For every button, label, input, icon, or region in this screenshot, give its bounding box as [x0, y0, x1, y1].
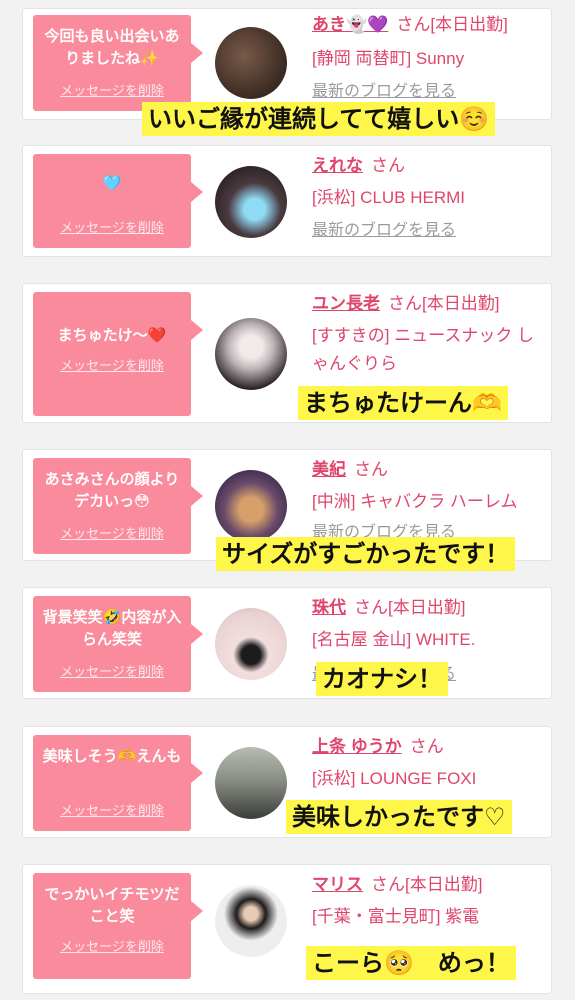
avatar[interactable]	[215, 470, 287, 542]
message-text: まちゅたけ〜❤️	[57, 326, 167, 344]
status-badge: [本日出勤]	[422, 294, 500, 313]
shop-name: [浜松] LOUNGE FOXI	[312, 769, 477, 788]
girl-name-link[interactable]: マリス	[312, 875, 363, 894]
caption-overlay: いいご縁が連続してて嬉しい☺️	[142, 102, 496, 136]
shop-name: [名古屋 金山] WHITE.	[312, 630, 476, 649]
girl-info: マリス さん[本日出勤] [千葉・富士見町] 紫電	[312, 873, 543, 931]
caption-overlay: まちゅたけーん🫶	[298, 386, 508, 420]
avatar[interactable]	[215, 318, 287, 390]
girl-name-link[interactable]: 珠代	[312, 598, 346, 617]
caption-overlay: こーら🥺 めっ！	[306, 946, 516, 980]
delete-message-link[interactable]: メッセージを削除	[33, 355, 191, 374]
girl-name-link[interactable]: 美紀	[312, 460, 346, 479]
avatar[interactable]	[215, 747, 287, 819]
honorific: さん	[354, 460, 388, 479]
blog-link[interactable]: 最新のブログを見る	[312, 218, 543, 244]
delete-message-link[interactable]: メッセージを削除	[33, 217, 191, 236]
message-bubble: でっかいイチモツだこと笑 メッセージを削除	[33, 873, 203, 979]
girl-info: 美紀 さん [中洲] キャバクラ ハーレム 最新のブログを見る	[312, 458, 543, 546]
girl-info: えれな さん [浜松] CLUB HERMI 最新のブログを見る	[312, 154, 543, 244]
girl-info: 上条 ゆうか さん [浜松] LOUNGE FOXI	[312, 735, 543, 793]
message-text: 美味しそう🫶えんも	[42, 747, 182, 765]
message-bubble: 美味しそう🫶えんも メッセージを削除	[33, 735, 203, 831]
delete-message-link[interactable]: メッセージを削除	[33, 936, 191, 955]
shop-name: [千葉・富士見町] 紫電	[312, 907, 480, 926]
shop-name: [すすきの] ニュースナック しゃんぐりら	[312, 326, 535, 373]
delete-message-link[interactable]: メッセージを削除	[33, 661, 191, 680]
caption-overlay: カオナシ！	[316, 662, 448, 696]
girl-name-link[interactable]: 上条 ゆうか	[312, 737, 402, 756]
caption-overlay: 美味しかったです♡	[286, 800, 512, 834]
delete-message-link[interactable]: メッセージを削除	[33, 80, 191, 99]
girl-name-link[interactable]: えれな	[312, 156, 363, 175]
caption-overlay: サイズがすごかったです！	[216, 537, 516, 571]
girl-name-link[interactable]: あき👻💜	[312, 15, 388, 34]
honorific: さん	[409, 737, 444, 756]
delete-message-link[interactable]: メッセージを削除	[33, 523, 191, 542]
girl-name-link[interactable]: ユン長老	[312, 294, 380, 313]
message-text: でっかいイチモツだこと笑	[44, 885, 180, 925]
avatar[interactable]	[215, 608, 287, 680]
message-card: 背景笑笑🤣内容が入らん笑笑 メッセージを削除 珠代 さん[本日出勤] [名古屋 金…	[22, 587, 552, 699]
message-bubble: 今回も良い出会いありましたね✨ メッセージを削除	[33, 15, 203, 111]
message-text: 🩵	[102, 174, 122, 192]
message-bubble: まちゅたけ〜❤️ メッセージを削除	[33, 292, 203, 416]
avatar[interactable]	[215, 27, 287, 99]
shop-name: [中洲] キャバクラ ハーレム	[312, 492, 518, 511]
shop-name: [浜松] CLUB HERMI	[312, 188, 466, 207]
status-badge: [本日出勤]	[405, 875, 483, 894]
message-card: 🩵 メッセージを削除 えれな さん [浜松] CLUB HERMI 最新のブログを…	[22, 145, 552, 257]
message-bubble: 🩵 メッセージを削除	[33, 154, 203, 248]
avatar[interactable]	[215, 885, 287, 957]
avatar[interactable]	[215, 166, 287, 238]
message-bubble: 背景笑笑🤣内容が入らん笑笑 メッセージを削除	[33, 596, 203, 692]
message-text: あさみさんの顔よりデカいっ😳	[44, 470, 180, 510]
shop-name: [静岡 両替町] Sunny	[312, 49, 465, 68]
message-text: 背景笑笑🤣内容が入らん笑笑	[42, 608, 182, 648]
girl-info: ユン長老 さん[本日出勤] [すすきの] ニュースナック しゃんぐりら	[312, 292, 543, 378]
message-bubble: あさみさんの顔よりデカいっ😳 メッセージを削除	[33, 458, 203, 554]
status-badge: [本日出勤]	[430, 15, 508, 34]
honorific: さん	[354, 598, 388, 617]
message-text: 今回も良い出会いありましたね✨	[44, 27, 180, 67]
honorific: さん	[371, 156, 405, 175]
honorific: さん	[396, 15, 431, 34]
honorific: さん	[371, 875, 405, 894]
honorific: さん	[388, 294, 422, 313]
status-badge: [本日出勤]	[388, 598, 466, 617]
girl-info: あき👻💜 さん[本日出勤] [静岡 両替町] Sunny 最新のブログを見る	[312, 13, 543, 105]
delete-message-link[interactable]: メッセージを削除	[33, 800, 191, 819]
